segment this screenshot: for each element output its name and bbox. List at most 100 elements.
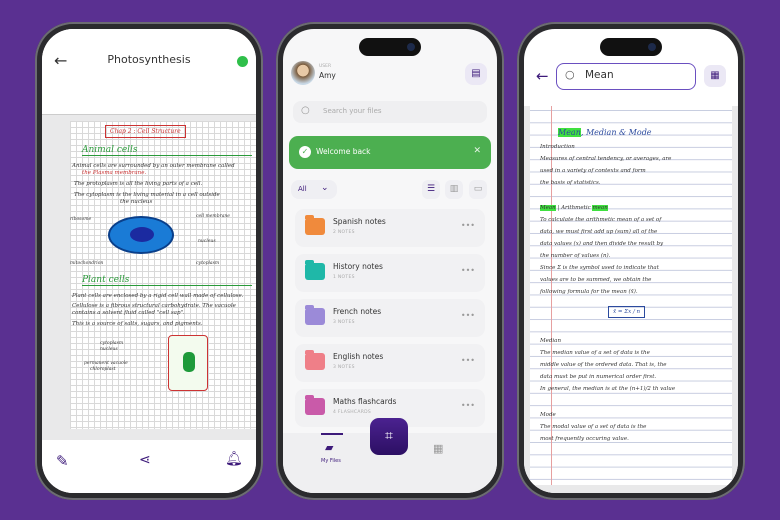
file-count: 3 NOTES	[333, 365, 355, 370]
note-line: the nucleus	[120, 199, 153, 205]
document-area[interactable]: Mean, Median & Mode Introduction Measure…	[524, 106, 738, 493]
note-line: most frequently occuring value.	[540, 436, 629, 442]
chevron-down-icon: ⌄	[321, 183, 329, 193]
calendar-nav-icon[interactable]: ▦	[433, 442, 443, 455]
heading-mode: Mode	[540, 412, 556, 418]
file-name: History notes	[333, 262, 383, 271]
file-count: 1 NOTES	[333, 275, 355, 280]
scan-button[interactable]: ⌗	[370, 418, 408, 455]
file-name: French notes	[333, 307, 382, 316]
file-item-history[interactable]: History notes 1 NOTES •••	[295, 254, 485, 292]
note-line: The cytoplasm is the living material in …	[74, 192, 220, 198]
pencil-icon[interactable]: ✎	[56, 452, 69, 470]
note-title: Mean, Median & Mode	[558, 128, 652, 137]
add-folder-icon[interactable]: ▭	[469, 180, 487, 199]
page-title: Photosynthesis	[107, 53, 191, 66]
screen-my-files: USER Amy ▤ ○ Search your files ✓ Welcome…	[283, 29, 497, 493]
more-icon[interactable]: •••	[461, 356, 475, 365]
diagram-label: permanent vacuole	[84, 361, 128, 366]
plant-cell-diagram	[168, 335, 208, 391]
more-icon[interactable]: •••	[461, 266, 475, 275]
note-line: To calculate the arithmetic mean of a se…	[540, 217, 662, 223]
folder-icon	[305, 215, 325, 235]
note-line: data values (x) and then divide the resu…	[540, 241, 664, 247]
file-name: English notes	[333, 352, 384, 361]
note-line: Since Σ is the symbol used to indicate t…	[540, 265, 659, 271]
filter-dropdown[interactable]: All ⌄	[291, 180, 337, 199]
diagram-label: cell membrane	[196, 214, 230, 219]
more-icon[interactable]: •••	[461, 221, 475, 230]
avatar[interactable]	[291, 61, 315, 85]
heading-plant-cells: Plant cells	[82, 275, 252, 286]
folder-nav-icon[interactable]: ▰	[325, 441, 333, 454]
close-icon[interactable]: ✕	[473, 146, 481, 156]
more-icon[interactable]: •••	[461, 311, 475, 320]
filter-label: All	[298, 185, 307, 193]
inbox-button[interactable]: ▤	[465, 63, 487, 85]
calendar-button[interactable]: ▦	[704, 65, 726, 87]
document-area[interactable]: Chap 2 : Cell Structure Animal cells Ani…	[42, 97, 256, 440]
back-arrow-icon[interactable]: ←	[536, 67, 549, 85]
note-line: Cellulose is a fibrous structural carboh…	[72, 303, 236, 309]
file-count: 3 NOTES	[333, 320, 355, 325]
screen-note-viewer: ← Photosynthesis Chap 2 : Cell Structure…	[42, 29, 256, 493]
note-line: In general, the median is at the (n+1)/2…	[540, 386, 676, 392]
note-line: Plant cells are enclosed by a rigid cell…	[72, 293, 244, 299]
heading-introduction: Introduction	[540, 144, 575, 150]
note-line: values are to be summed, we obtain the	[540, 277, 652, 283]
bell-icon[interactable]: 🔔︎	[225, 451, 243, 467]
file-name: Spanish notes	[333, 217, 386, 226]
diagram-label: mitochondrion	[70, 261, 104, 266]
formula-box: x̄ = Σx / n	[608, 306, 646, 318]
diagram-label: ribosome	[70, 217, 92, 222]
file-item-english[interactable]: English notes 3 NOTES •••	[295, 344, 485, 382]
file-item-french[interactable]: French notes 3 NOTES •••	[295, 299, 485, 337]
folder-icon	[305, 305, 325, 325]
check-icon: ✓	[299, 146, 311, 158]
note-line: the number of values (n).	[540, 253, 611, 259]
search-input[interactable]: ○ Mean	[556, 63, 696, 90]
sort-icon[interactable]: ☰	[422, 180, 440, 199]
nav-my-files[interactable]: My Files	[321, 458, 341, 464]
chart-icon[interactable]: ▥	[445, 180, 463, 199]
more-icon[interactable]: •••	[461, 401, 475, 410]
search-icon: ○	[301, 105, 310, 116]
scan-icon: ⌗	[385, 428, 393, 444]
user-label: USER	[319, 64, 332, 69]
diagram-label: cytoplasm	[196, 261, 220, 266]
note-line: middle value of the ordered data. That i…	[540, 362, 667, 368]
search-input[interactable]: ○ Search your files	[293, 101, 487, 123]
diagram-label: nucleus	[198, 239, 216, 244]
folder-icon	[305, 350, 325, 370]
share-icon[interactable]: ⋖	[139, 452, 151, 468]
note-line: This is a source of salts, sugars, and p…	[72, 321, 203, 327]
note-line: contains a solvent fluid called "cell sa…	[72, 310, 185, 316]
note-line: data must be put in numerical order firs…	[540, 374, 657, 380]
status-dot	[237, 56, 248, 67]
diagram-label: nucleus	[100, 347, 118, 352]
heading-median: Median	[540, 338, 561, 344]
chapter-title: Chap 2 : Cell Structure	[105, 125, 186, 138]
note-line: Measures of central tendency, or average…	[540, 156, 672, 162]
inbox-icon: ▤	[471, 68, 481, 79]
note-line: the basis of statistics.	[540, 180, 601, 186]
note-line: following formula for the mean (x̄).	[540, 289, 638, 295]
note-line: data, we must first add up (sum) all of …	[540, 229, 658, 235]
search-placeholder: Search your files	[323, 107, 382, 115]
phone-middle: USER Amy ▤ ○ Search your files ✓ Welcome…	[276, 22, 504, 500]
calendar-icon: ▦	[710, 70, 720, 81]
screen-search-note: ← ○ Mean ▦ Mean, Median & Mode Introduct…	[524, 29, 738, 493]
diagram-label: cytoplasm	[100, 341, 124, 346]
diagram-label: chloroplast	[90, 367, 116, 372]
note-line: Animal cells are surrounded by an outer …	[72, 163, 235, 169]
file-name: Maths flashcards	[333, 397, 397, 406]
phone-left: ← Photosynthesis Chap 2 : Cell Structure…	[35, 22, 263, 500]
file-item-spanish[interactable]: Spanish notes 2 NOTES •••	[295, 209, 485, 247]
note-line: The median value of a set of data is the	[540, 350, 650, 356]
file-count: 2 NOTES	[333, 230, 355, 235]
heading-animal-cells: Animal cells	[82, 145, 252, 156]
animal-cell-diagram	[108, 216, 174, 254]
folder-icon	[305, 260, 325, 280]
file-count: 4 FLASHCARDS	[333, 410, 372, 415]
note-line: used in a variety of contexts and form	[540, 168, 646, 174]
